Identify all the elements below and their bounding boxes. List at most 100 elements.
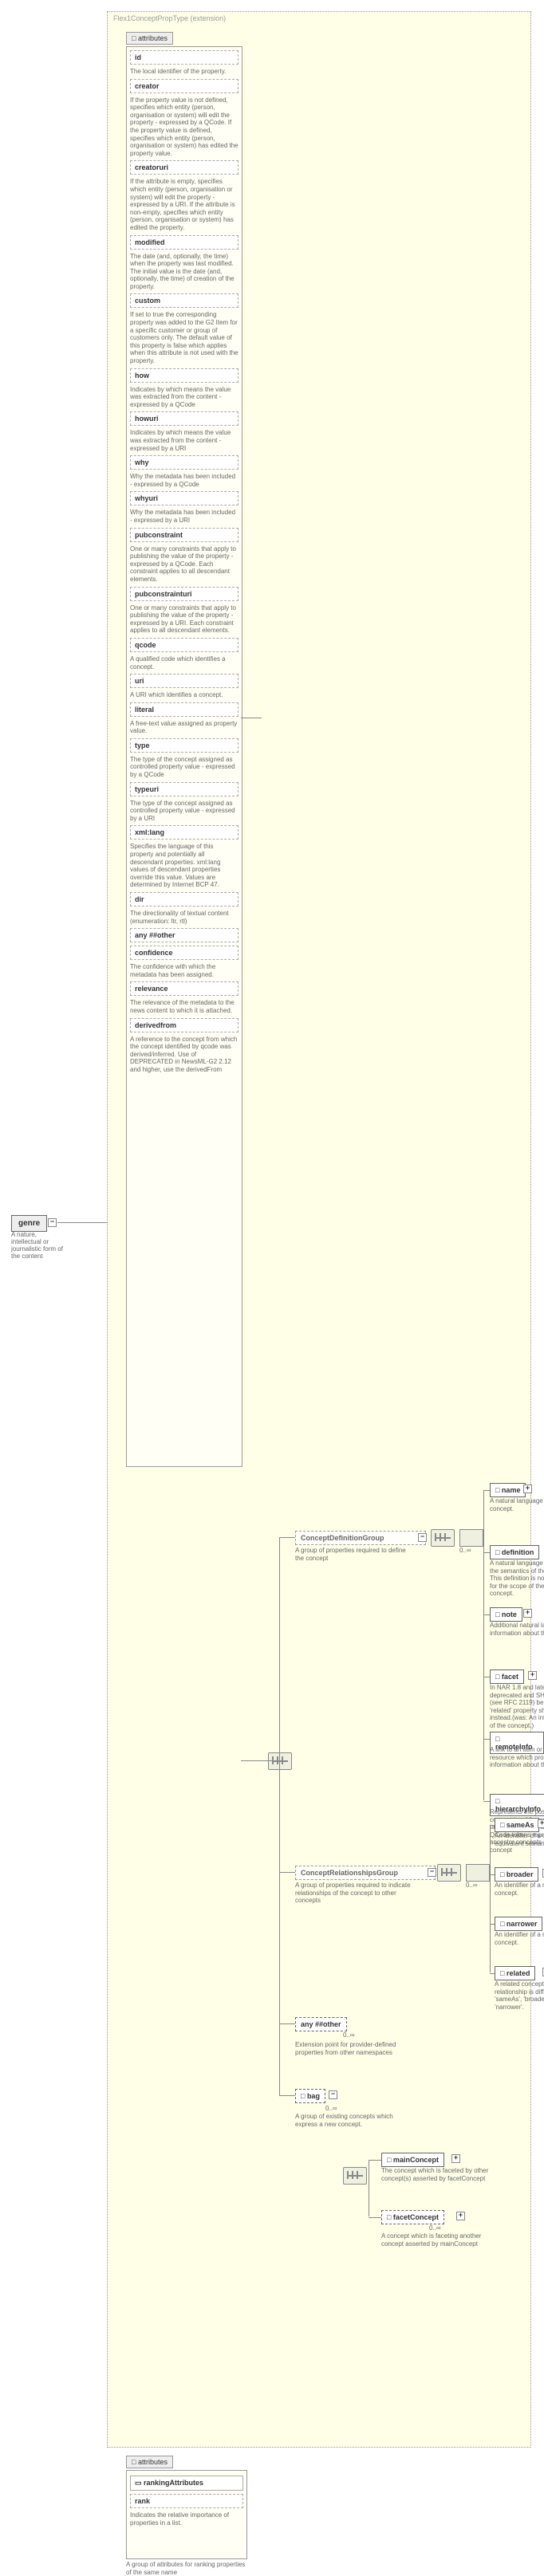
desc-bag: A group of existing concepts which expre… <box>295 2113 399 2128</box>
expander-cd[interactable]: − <box>418 1533 427 1542</box>
attr-desc: One or many constraints that apply to pu… <box>130 545 238 584</box>
expander-name[interactable]: + <box>523 1485 532 1493</box>
element-facet[interactable]: □ facet <box>490 1669 524 1684</box>
attr-typeuri[interactable]: typeuri <box>130 782 238 796</box>
desc-mainconcept: The concept which is faceted by other co… <box>381 2167 493 2182</box>
group-concept-relationships[interactable]: ConceptRelationshipsGroup <box>295 1866 436 1880</box>
element-bag[interactable]: □ bag <box>295 2089 325 2103</box>
attr-howuri[interactable]: howuri <box>130 411 238 426</box>
card-anyother: 0..∞ <box>343 2031 355 2039</box>
attr-desc: Why the metadata has been included - exp… <box>130 473 238 488</box>
expander-cr[interactable]: − <box>428 1868 436 1877</box>
element-any-other[interactable]: any ##other <box>295 2017 347 2031</box>
expander-bag[interactable]: − <box>329 2090 337 2099</box>
root-element-genre[interactable]: genre <box>11 1215 47 1232</box>
desc-facetconcept: A concept which is faceting another conc… <box>381 2232 493 2248</box>
attr-desc: One or many constraints that apply to pu… <box>130 604 238 635</box>
element-mainconcept[interactable]: □ mainConcept <box>381 2153 444 2167</box>
attr-relevance[interactable]: relevance <box>130 981 238 996</box>
attr-pubconstraint[interactable]: pubconstraint <box>130 528 238 542</box>
attr-desc: The confidence with which the metadata h… <box>130 963 238 978</box>
desc-note: Additional natural language information … <box>490 1622 544 1637</box>
expander-facet[interactable]: + <box>528 1671 537 1680</box>
seq-cd <box>431 1529 455 1547</box>
desc-remoteinfo: A link to an item or a web resource whic… <box>490 1746 544 1769</box>
attributes-header[interactable]: □ attributes <box>126 32 173 45</box>
attr-uri[interactable]: uri <box>130 674 238 688</box>
element-narrower[interactable]: □ narrower <box>495 1917 542 1931</box>
attr-desc: A free-text value assigned as property v… <box>130 720 238 735</box>
attr-desc: The type of the concept assigned as cont… <box>130 800 238 823</box>
attributes-header-bottom[interactable]: □ attributes <box>126 2456 173 2468</box>
expander-sameas[interactable]: + <box>538 1819 544 1828</box>
attr-desc: If the property value is not defined, sp… <box>130 96 238 158</box>
attr-rank[interactable]: rank <box>130 2494 243 2508</box>
attr-id[interactable]: id <box>130 50 238 65</box>
element-note[interactable]: □ note <box>490 1607 522 1622</box>
group-cr-label: ConceptRelationshipsGroup <box>301 1869 398 1877</box>
attr-derivedfrom[interactable]: derivedfrom <box>130 1018 238 1032</box>
seq-bag <box>343 2167 367 2185</box>
group-cd-desc: A group of properties required to define… <box>295 1547 415 1562</box>
desc-broader: An identifier of a more generic concept. <box>495 1882 544 1897</box>
desc-facet: In NAR 1.8 and later, facet is deprecate… <box>490 1684 544 1730</box>
attr-confidence[interactable]: confidence <box>130 946 238 960</box>
attr-qcode[interactable]: qcode <box>130 638 238 652</box>
attr-creatoruri[interactable]: creatoruri <box>130 160 238 175</box>
expander-mainconcept[interactable]: + <box>451 2154 460 2163</box>
card-cd: 0..∞ <box>459 1547 471 1554</box>
desc-sameas: An identifier of a concept with equivale… <box>495 1832 544 1847</box>
attr-pubconstrainturi[interactable]: pubconstrainturi <box>130 587 238 601</box>
attr-desc: A qualified code which identifies a conc… <box>130 655 238 671</box>
expander-note[interactable]: + <box>523 1609 532 1618</box>
expander-root[interactable]: − <box>48 1218 57 1227</box>
desc-related: A related concept, where the relationshi… <box>495 1980 544 2011</box>
attr-custom[interactable]: custom <box>130 293 238 308</box>
attr-desc: The type of the concept assigned as cont… <box>130 756 238 779</box>
attr-desc: A reference to the concept from which th… <box>130 1036 238 1074</box>
attr-desc: A URI which identifies a concept. <box>130 691 238 699</box>
desc-narrower: An identifier of a more specific concept… <box>495 1931 544 1946</box>
ranking-container: ▭ rankingAttributes rank Indicates the r… <box>126 2470 247 2559</box>
attr-literal[interactable]: literal <box>130 702 238 717</box>
expander-facetconcept[interactable]: + <box>456 2212 465 2220</box>
attr-xml-lang[interactable]: xml:lang <box>130 825 238 840</box>
attr-modified[interactable]: modified <box>130 235 238 250</box>
extension-title: Flex1ConceptPropType (extension) <box>113 14 226 22</box>
attr-how[interactable]: how <box>130 368 238 383</box>
desc-anyother: Extension point for provider-defined pro… <box>295 2041 399 2056</box>
attr-desc: The directionality of textual content (e… <box>130 910 238 925</box>
attributes-container: id The local identifier of the property. c… <box>126 46 242 1467</box>
attr---other[interactable]: any ##other <box>130 928 238 942</box>
group-cd-label: ConceptDefinitionGroup <box>301 1534 384 1542</box>
element-sameas[interactable]: □ sameAs <box>495 1818 539 1832</box>
sequence-main <box>268 1752 292 1770</box>
choice-cd <box>459 1529 483 1547</box>
attr-desc: Why the metadata has been included - exp… <box>130 509 238 524</box>
attr-desc: If the attribute is empty, specifies whi… <box>130 178 238 231</box>
attr-desc: Indicates by which means the value was e… <box>130 429 238 452</box>
choice-cr <box>466 1864 490 1882</box>
root-desc: A nature, intellectual or journalistic f… <box>11 1231 67 1260</box>
element-broader[interactable]: □ broader <box>495 1867 538 1882</box>
element-name[interactable]: □ name <box>490 1483 526 1497</box>
group-cr-desc: A group of properties required to indica… <box>295 1882 423 1905</box>
group-ranking-attributes[interactable]: ▭ rankingAttributes <box>130 2476 243 2491</box>
desc-ranking-group: A group of attributes for ranking proper… <box>126 2561 246 2576</box>
attr-desc: The relevance of the metadata to the new… <box>130 999 238 1014</box>
card-bag: 0..∞ <box>325 2105 337 2112</box>
attr-whyuri[interactable]: whyuri <box>130 491 238 505</box>
card-cr: 0..∞ <box>466 1882 478 1889</box>
element-facetconcept[interactable]: □ facetConcept <box>381 2210 444 2224</box>
attr-type[interactable]: type <box>130 738 238 753</box>
desc-definition: A natural language definition of the sem… <box>490 1559 544 1598</box>
attr-why[interactable]: why <box>130 455 238 470</box>
group-concept-definition[interactable]: ConceptDefinitionGroup <box>295 1531 426 1545</box>
element-related[interactable]: □ related <box>495 1966 535 1980</box>
seq-cr <box>437 1864 461 1882</box>
element-definition[interactable]: □ definition <box>490 1545 539 1559</box>
attr-dir[interactable]: dir <box>130 892 238 907</box>
attr-creator[interactable]: creator <box>130 79 238 93</box>
attr-desc: The local identifier of the property. <box>130 68 238 76</box>
desc-rank: Indicates the relative importance of pro… <box>130 2511 243 2527</box>
